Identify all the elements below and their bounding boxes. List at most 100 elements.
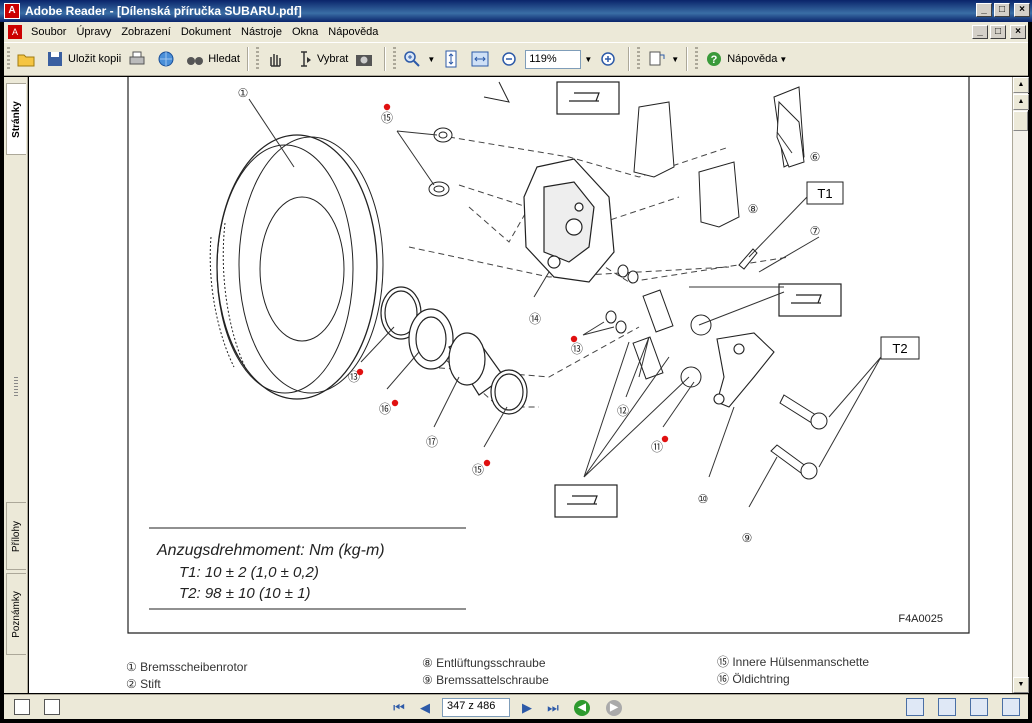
panel-toggle-icon[interactable]: [14, 699, 30, 715]
support-bracket-illustration: [713, 332, 775, 408]
printer-icon: [129, 51, 145, 65]
previous-page-button[interactable]: ◀: [412, 697, 438, 718]
brake-disc-illustration: [209, 134, 384, 400]
email-button[interactable]: [153, 46, 182, 72]
back-view-button[interactable]: ◀: [574, 699, 590, 716]
rotate-button[interactable]: ▼: [643, 46, 682, 72]
doc-minimize-button[interactable]: _: [972, 25, 988, 39]
legend-item: ⑧ Entlüftungsschraube: [422, 656, 546, 670]
callout-17: ⑰: [426, 435, 438, 449]
page-number-input[interactable]: 347 z 486: [442, 698, 510, 717]
document-viewer[interactable]: T1 T2 ① ⑥ ⑦ ⑧ ⑨ ⑩ ⑪ ⑫ ⑬ ⑬ ⑭ ⑮ ⑮ ⑯ ⑰ Anzu…: [29, 77, 1012, 693]
callout-1: ①: [238, 86, 249, 100]
vertical-scrollbar[interactable]: ▲ ▲ ▼: [1012, 77, 1029, 693]
navigation-panel: Stránky Přílohy Poznámky: [4, 77, 28, 693]
toolbar-grip[interactable]: [637, 47, 641, 71]
save-copy-button[interactable]: Uložit kopii: [42, 46, 124, 72]
zoom-tool-button[interactable]: ▼: [399, 46, 438, 72]
toolbar-separator: [246, 47, 249, 71]
maximize-button[interactable]: □: [994, 3, 1010, 17]
menu-window[interactable]: Okna: [287, 26, 323, 38]
torque-title: Anzugsdrehmoment: Nm (kg-m): [156, 542, 385, 559]
brake-caliper-diagram: T1 T2 ① ⑥ ⑦ ⑧ ⑨ ⑩ ⑪ ⑫ ⑬ ⑬ ⑭ ⑮ ⑮ ⑯ ⑰ Anzu…: [126, 77, 970, 691]
help-label: Nápověda: [727, 53, 778, 65]
continuous-layout-icon[interactable]: [938, 698, 956, 716]
menu-file[interactable]: Soubor: [26, 26, 71, 38]
chevron-down-icon[interactable]: ▼: [779, 55, 787, 64]
single-page-layout-icon[interactable]: [906, 698, 924, 716]
tab-comments[interactable]: Poznámky: [6, 573, 26, 655]
menu-help[interactable]: Nápověda: [323, 26, 383, 38]
doc-restore-button[interactable]: □: [990, 25, 1006, 39]
torque-label-boxes: [806, 181, 920, 360]
menu-bar: A Soubor Úpravy Zobrazení Dokument Nástr…: [4, 22, 1028, 42]
seal-rings: [428, 127, 453, 197]
doc-close-button[interactable]: ×: [1010, 25, 1026, 39]
magnifier-plus-icon: [404, 51, 421, 67]
tab-attachments[interactable]: Přílohy: [6, 502, 26, 570]
select-tool-button[interactable]: Vybrat: [291, 46, 351, 72]
callout-13-upper: ⑬: [571, 342, 583, 356]
toolbar-grip[interactable]: [393, 47, 397, 71]
zoom-dropdown-icon[interactable]: ▼: [581, 50, 595, 69]
help-button[interactable]: ? Nápověda ▼: [701, 46, 790, 72]
scrollbar-thumb[interactable]: [1013, 111, 1028, 131]
zoom-out-button[interactable]: [496, 46, 525, 72]
facing-layout-icon[interactable]: [970, 698, 988, 716]
toolbar: Uložit kopii Hledat Vybrat ▼ 119% ▼ ▼ ? …: [4, 42, 1028, 76]
toolbar-grip[interactable]: [7, 47, 10, 71]
pdf-document-icon[interactable]: A: [8, 25, 22, 39]
tab-pages[interactable]: Stránky: [6, 83, 26, 155]
toolbar-grip[interactable]: [255, 47, 259, 71]
menu-document[interactable]: Dokument: [176, 26, 236, 38]
close-button[interactable]: ×: [1014, 3, 1030, 17]
minus-circle-icon: [502, 52, 517, 66]
scroll-down-button[interactable]: ▼: [1013, 677, 1029, 693]
menu-tools[interactable]: Nástroje: [236, 26, 287, 38]
first-page-button[interactable]: ⏮: [386, 697, 412, 718]
menu-view[interactable]: Zobrazení: [116, 26, 176, 38]
print-button[interactable]: [124, 46, 153, 72]
piston-parts-illustration: [380, 286, 528, 415]
hand-tool-button[interactable]: [262, 46, 291, 72]
legend-item: ⑯ Öldichtring: [717, 672, 790, 686]
next-page-button[interactable]: ▶: [514, 697, 540, 718]
binoculars-icon: [187, 57, 204, 65]
torque-t1: T1: 10 ± 2 (1,0 ± 0,2): [179, 564, 319, 581]
forward-view-button[interactable]: ▶: [606, 699, 622, 716]
menu-edit[interactable]: Úpravy: [71, 26, 116, 38]
fit-width-button[interactable]: [467, 46, 496, 72]
zoom-input[interactable]: 119%: [525, 49, 582, 69]
sleeves-illustration: [605, 264, 712, 388]
callout-numbers: ① ⑥ ⑦ ⑧ ⑨ ⑩ ⑪ ⑫ ⑬ ⑬ ⑭ ⑮ ⑮ ⑯ ⑰: [238, 86, 821, 545]
callout-6: ⑥: [810, 150, 821, 164]
parts-legend: ① Bremsscheibenrotor ② Stift ⑧ Entlüftun…: [126, 655, 869, 691]
t2-label: T2: [892, 341, 907, 356]
open-button[interactable]: [13, 46, 42, 72]
toolbar-grip[interactable]: [695, 47, 699, 71]
window-controls: _ □ ×: [976, 3, 1030, 17]
callout-11: ⑪: [651, 440, 663, 454]
scroll-page-up-button[interactable]: ▲: [1013, 94, 1029, 110]
status-left-buttons: [14, 699, 60, 715]
scroll-up-button[interactable]: ▲: [1013, 77, 1029, 93]
zoom-in-button[interactable]: [595, 46, 624, 72]
snapshot-button[interactable]: [351, 46, 380, 72]
page-size-icon[interactable]: [44, 699, 60, 715]
continuous-facing-layout-icon[interactable]: [1002, 698, 1020, 716]
callout-15-upper: ⑮: [381, 111, 393, 125]
search-button[interactable]: Hledat: [182, 46, 243, 72]
toolbar-separator: [686, 47, 689, 71]
adobe-reader-icon: A: [4, 3, 20, 19]
page-rotate-icon: [649, 51, 665, 66]
minimize-button[interactable]: _: [976, 3, 992, 17]
fit-height-button[interactable]: [438, 46, 467, 72]
panel-resize-grip[interactable]: [14, 377, 18, 397]
globe-mail-icon: [158, 51, 174, 67]
page-layout-buttons: [906, 698, 1020, 716]
fit-width-icon: [471, 51, 489, 67]
chevron-down-icon[interactable]: ▼: [671, 55, 679, 64]
last-page-button[interactable]: ⏭: [540, 697, 566, 718]
title-bar: A Adobe Reader - [Dílenská příručka SUBA…: [0, 0, 1032, 22]
chevron-down-icon[interactable]: ▼: [427, 55, 435, 64]
